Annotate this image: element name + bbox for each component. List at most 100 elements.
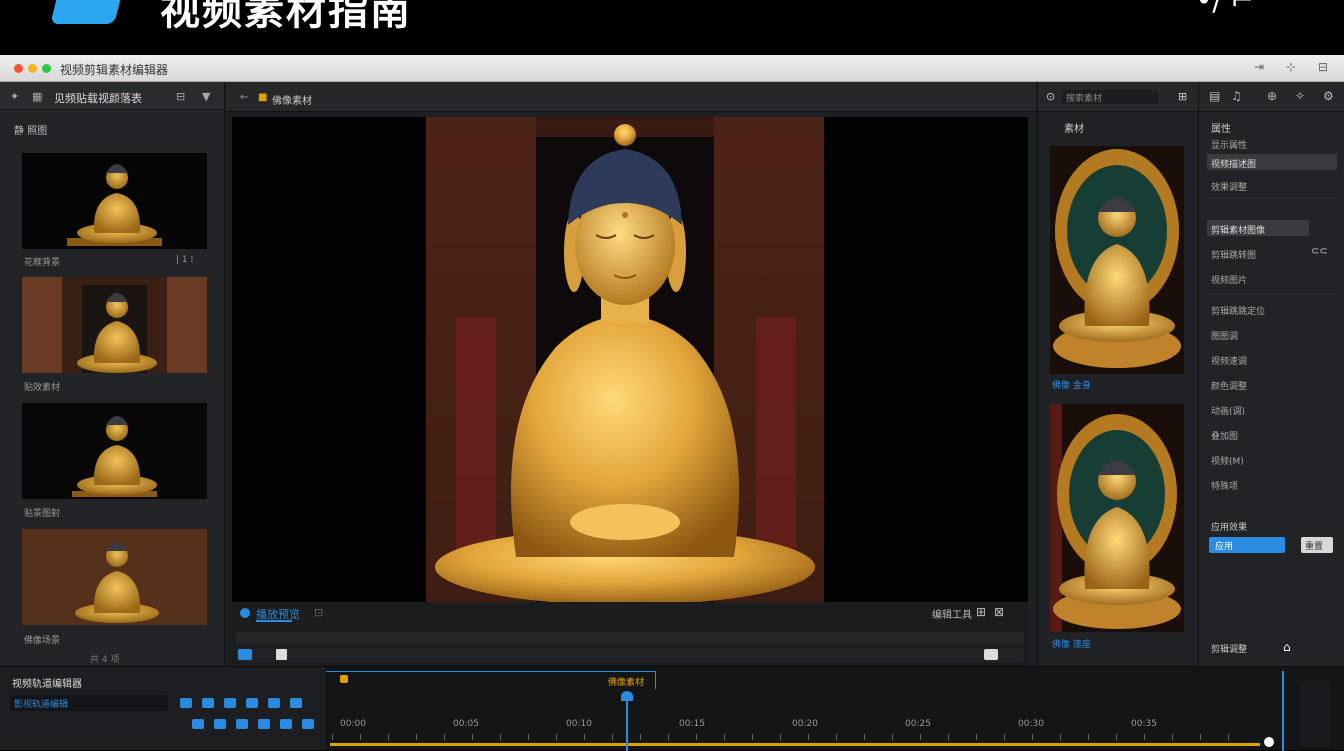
asset-item-2[interactable] <box>1050 404 1184 632</box>
inspector-footer: 剪辑调整 <box>1211 645 1248 655</box>
buddha-lotus-image <box>1050 404 1181 632</box>
select-tool-icon[interactable] <box>238 649 252 660</box>
ruler-tick <box>1228 734 1229 740</box>
track-tool-4-icon[interactable] <box>246 698 258 708</box>
track-tool-7-icon[interactable] <box>192 719 204 729</box>
preview-tab-label[interactable]: 佛像素材 <box>272 92 312 107</box>
ruler-tick <box>724 734 725 740</box>
layers-icon[interactable]: ▤ <box>1209 89 1220 103</box>
track-tool-6-icon[interactable] <box>290 698 302 708</box>
time-label: 00:10 <box>566 719 592 729</box>
ruler-tick <box>472 734 473 740</box>
filter-icon[interactable]: ▼ <box>202 90 210 103</box>
time-label: 00:30 <box>1018 719 1044 729</box>
fullscreen-icon[interactable]: ⊠ <box>994 605 1004 619</box>
asset-toolbar: ⊙ 搜索素材 ⊞ <box>1038 82 1198 112</box>
home-icon[interactable]: ⌂ <box>1283 640 1291 654</box>
ruler-tick <box>500 734 501 740</box>
app-logo-icon <box>50 0 126 24</box>
scrub-bar[interactable] <box>236 632 1024 644</box>
playhead-handle[interactable] <box>621 691 633 701</box>
layout-icon[interactable]: ⊡ <box>314 606 323 619</box>
ruler-tick <box>584 734 585 740</box>
inspector-field-11: 动画(调) <box>1211 407 1246 417</box>
reset-button[interactable]: 重置 <box>1301 537 1333 553</box>
cut-tool-icon[interactable] <box>276 649 287 660</box>
ruler-tick <box>1032 734 1033 740</box>
ruler-tick <box>612 734 613 740</box>
window-titlebar: 视频剪辑素材编辑器 ⇥ ⊹ ⊟ <box>0 55 1344 82</box>
grid-view-icon[interactable]: ⊞ <box>1178 90 1187 103</box>
inspector-field-12: 叠加图 <box>1211 432 1239 442</box>
ruler-tick <box>1200 734 1201 740</box>
track-tool-9-icon[interactable] <box>236 719 248 729</box>
time-label: 00:00 <box>340 719 366 729</box>
timeline-track-header: 视频轨道编辑器 影视轨道编辑 <box>0 666 326 750</box>
media-thumb-3[interactable] <box>22 403 207 499</box>
inspector-panel: ▤ ♫ ⊕ ✧ ⚙ 属性 显示属性 视频描述图 效果调整 剪辑素材图像 剪辑跳转… <box>1198 82 1344 666</box>
track-tool-12-icon[interactable] <box>302 719 314 729</box>
track-name-input[interactable]: 影视轨道编辑 <box>10 695 168 711</box>
inspector-field-13: 视频(M) <box>1211 457 1244 467</box>
time-label: 00:05 <box>453 719 479 729</box>
timeline-track-bar[interactable] <box>330 743 1260 746</box>
minimize-dot[interactable] <box>28 64 37 73</box>
edit-toolbar[interactable] <box>236 648 1024 662</box>
settings-icon[interactable]: ⚙ <box>1323 89 1334 103</box>
ruler-tick <box>1172 734 1173 740</box>
buddha-thumbnail-image <box>67 164 162 246</box>
ruler-tick <box>836 734 837 740</box>
buddha-scene-thumbnail-image <box>22 529 207 625</box>
ruler-tick <box>668 734 669 740</box>
grid-icon[interactable]: ▦ <box>32 90 42 103</box>
media-thumb-1[interactable] <box>22 153 207 249</box>
effects-icon[interactable]: ⊕ <box>1267 89 1277 103</box>
play-icon[interactable] <box>240 608 250 618</box>
asset-item-1[interactable] <box>1050 146 1184 374</box>
inspector-sep-2 <box>1207 294 1337 295</box>
inspector-field-2: 视频描述图 <box>1211 160 1257 170</box>
pin-icon[interactable]: ✦ <box>10 90 19 103</box>
media-panel: ✦ ▦ 见频贴载视颜落表 ⊟ ▼ 静 照图 花框背景 | 1 ⁞ 贴效素材 贴景… <box>0 82 225 666</box>
ruler-tick <box>556 734 557 740</box>
ruler-tick <box>892 734 893 740</box>
window-control-1[interactable]: ⇥ <box>1254 60 1264 74</box>
window-control-3[interactable]: ⊟ <box>1318 60 1328 74</box>
ruler-tick <box>920 734 921 740</box>
track-tool-8-icon[interactable] <box>214 719 226 729</box>
selected-clip-region[interactable] <box>326 671 656 689</box>
timeline-scrollbar[interactable] <box>1300 681 1330 747</box>
magic-icon[interactable]: ✧ <box>1295 89 1305 103</box>
playhead[interactable] <box>626 693 628 751</box>
link-icon[interactable]: ⊂⊂ <box>1311 246 1328 257</box>
ruler-tick <box>388 734 389 740</box>
list-icon[interactable]: ⊟ <box>176 90 185 103</box>
apply-button[interactable]: 应用 <box>1209 537 1285 553</box>
audio-icon[interactable]: ♫ <box>1231 89 1242 103</box>
back-icon[interactable]: ← <box>240 92 248 103</box>
media-thumb-2[interactable] <box>22 277 207 373</box>
track-tool-5-icon[interactable] <box>268 698 280 708</box>
media-thumb-4[interactable] <box>22 529 207 625</box>
crop-icon[interactable]: ⊞ <box>976 605 986 619</box>
close-dot[interactable] <box>14 64 23 73</box>
track-tool-11-icon[interactable] <box>280 719 292 729</box>
ruler-tick <box>1144 734 1145 740</box>
track-tool-3-icon[interactable] <box>224 698 236 708</box>
timeline-end-handle[interactable] <box>1264 737 1274 747</box>
maximize-dot[interactable] <box>42 64 51 73</box>
asset-search-input[interactable]: 搜索素材 <box>1062 90 1158 104</box>
track-input-value: 影视轨道编辑 <box>14 700 69 710</box>
asset-item-2-caption: 佛像 莲座 <box>1052 640 1091 650</box>
track-tool-1-icon[interactable] <box>180 698 192 708</box>
media-panel-header: 见频贴载视颜落表 <box>54 92 142 105</box>
track-header-label: 视频轨道编辑器 <box>12 679 82 690</box>
window-title: 视频剪辑素材编辑器 <box>60 63 169 77</box>
track-tool-2-icon[interactable] <box>202 698 214 708</box>
ruler-tick <box>1116 734 1117 740</box>
window-control-2[interactable]: ⊹ <box>1286 60 1296 74</box>
search-icon[interactable]: ⊙ <box>1046 90 1055 103</box>
track-tool-10-icon[interactable] <box>258 719 270 729</box>
timeline[interactable]: 佛像素材 00:00 00:05 00:10 00:15 00:20 00:25 00:30… <box>326 666 1344 751</box>
export-icon[interactable] <box>984 649 998 660</box>
